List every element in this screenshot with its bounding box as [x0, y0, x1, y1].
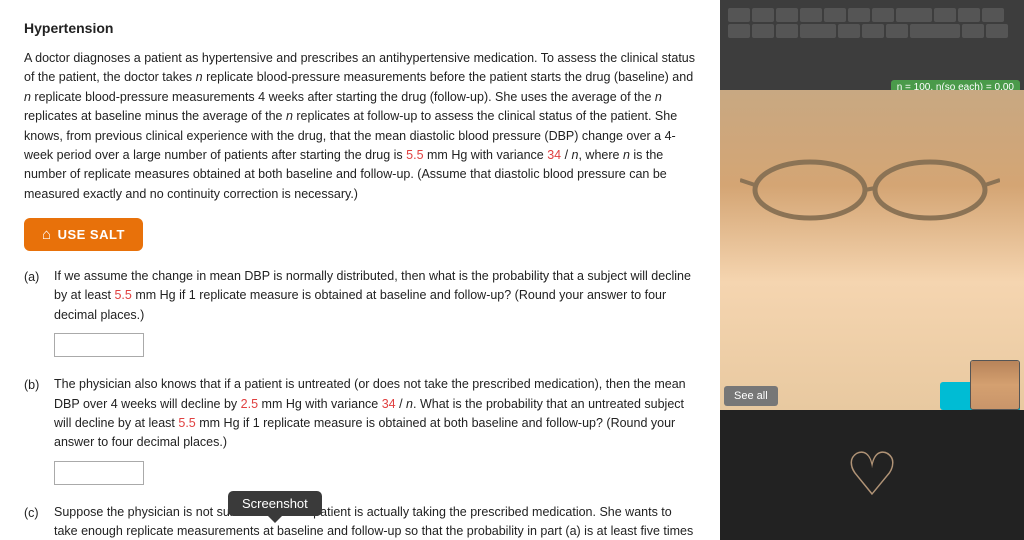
question-c-label: (c)	[24, 503, 44, 540]
key	[848, 8, 870, 22]
use-salt-button[interactable]: ⌂ USE SALT	[24, 218, 143, 251]
question-c-body: Suppose the physician is not sure whethe…	[54, 503, 696, 540]
key	[934, 8, 956, 22]
question-b-text: The physician also knows that if a patie…	[54, 375, 696, 453]
key	[728, 8, 750, 22]
answer-b-input[interactable]	[54, 461, 144, 485]
intro-paragraph: A doctor diagnoses a patient as hyperten…	[24, 49, 696, 204]
heart-area: ♡	[720, 410, 1024, 540]
see-all-button[interactable]: See all	[724, 386, 778, 406]
profile-pic-inner	[971, 361, 1019, 409]
key	[752, 24, 774, 38]
score-badge: n = 100, n(so each) = 0.00	[891, 80, 1020, 90]
question-b-body: The physician also knows that if a patie…	[54, 375, 696, 485]
question-c-text: Suppose the physician is not sure whethe…	[54, 503, 696, 540]
key	[776, 24, 798, 38]
question-a-body: If we assume the change in mean DBP is n…	[54, 267, 696, 357]
question-a-text: If we assume the change in mean DBP is n…	[54, 267, 696, 325]
key	[896, 8, 932, 22]
question-b-block: (b) The physician also knows that if a p…	[24, 375, 696, 485]
question-b-label: (b)	[24, 375, 44, 485]
keyboard-area: n = 100, n(so each) = 0.00	[720, 0, 1024, 90]
key	[776, 8, 798, 22]
keyboard-keys	[720, 0, 1024, 46]
key	[752, 8, 774, 22]
profile-picture	[970, 360, 1020, 410]
key	[824, 8, 846, 22]
right-sidebar: n = 100, n(so each) = 0.00 See all del? …	[720, 0, 1024, 540]
question-a-block: (a) If we assume the change in mean DBP …	[24, 267, 696, 357]
key	[800, 8, 822, 22]
glasses-decoration	[740, 150, 1000, 230]
key	[872, 8, 894, 22]
key	[986, 24, 1008, 38]
salt-icon: ⌂	[42, 226, 52, 243]
key	[886, 24, 908, 38]
key	[958, 8, 980, 22]
heart-icon: ♡	[845, 440, 899, 510]
key	[982, 8, 1004, 22]
key	[728, 24, 750, 38]
answer-a-input[interactable]	[54, 333, 144, 357]
key	[800, 24, 836, 38]
question-a-label: (a)	[24, 267, 44, 357]
question-c-block: (c) Suppose the physician is not sure wh…	[24, 503, 696, 540]
key	[838, 24, 860, 38]
page-title: Hypertension	[24, 18, 696, 39]
key	[910, 24, 960, 38]
key	[962, 24, 984, 38]
key	[862, 24, 884, 38]
main-content: Hypertension A doctor diagnoses a patien…	[0, 0, 720, 540]
screenshot-tooltip: Screenshot	[228, 491, 322, 516]
